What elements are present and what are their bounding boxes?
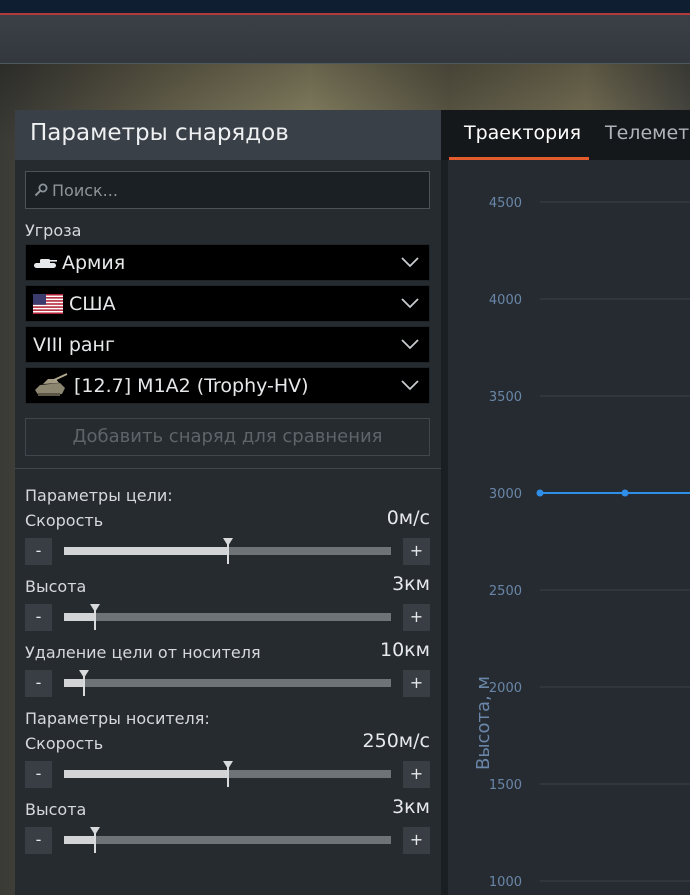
y-axis-label: Высота, м xyxy=(473,675,494,770)
y-tick-label: 4000 xyxy=(489,293,522,308)
target-altitude-plus-button[interactable]: + xyxy=(403,604,430,631)
chevron-down-icon xyxy=(401,257,419,268)
rank-value: VIII ранг xyxy=(33,334,115,356)
carrier-speed-label: Скорость xyxy=(25,734,104,753)
carrier-speed-slider[interactable] xyxy=(64,761,391,787)
slider-fill xyxy=(64,547,228,555)
ground-vehicle-icon xyxy=(34,259,57,268)
target-speed-minus-button[interactable]: - xyxy=(25,538,52,565)
vehicle-value: [12.7] M1A2 (Trophy-HV) xyxy=(74,375,309,397)
search-input[interactable] xyxy=(52,172,422,208)
tab-telemetry[interactable]: Телеметр xyxy=(605,122,690,144)
target-params-heading: Параметры цели: xyxy=(25,486,173,505)
target-speed-plus-button[interactable]: + xyxy=(403,538,430,565)
target-distance-value: 10км xyxy=(380,639,430,661)
chevron-down-icon xyxy=(401,339,419,350)
usa-flag-icon xyxy=(33,294,63,314)
tank-icon xyxy=(35,373,68,396)
chart-svg: 45004000350030002500200015001000 xyxy=(489,196,690,890)
trajectory-point xyxy=(536,489,544,497)
chart-tabs: Траектория Телеметр xyxy=(441,110,690,160)
target-altitude-label: Высота xyxy=(25,577,87,596)
carrier-altitude-minus-button[interactable]: - xyxy=(25,827,52,854)
y-tick-label: 4500 xyxy=(489,196,522,211)
y-tick-label: 2500 xyxy=(489,584,522,599)
nation-value: США xyxy=(69,293,116,315)
carrier-altitude-plus-button[interactable]: + xyxy=(403,827,430,854)
target-altitude-minus-button[interactable]: - xyxy=(25,604,52,631)
target-speed-label: Скорость xyxy=(25,511,104,530)
panel-title: Параметры снарядов xyxy=(30,120,289,146)
target-speed-slider[interactable] xyxy=(64,538,391,564)
category-value: Армия xyxy=(62,252,126,274)
slider-thumb[interactable] xyxy=(78,670,89,696)
target-distance-slider[interactable] xyxy=(64,670,391,696)
slider-thumb[interactable] xyxy=(222,538,233,564)
rank-select[interactable]: VIII ранг xyxy=(25,326,430,363)
search-box[interactable] xyxy=(25,171,430,209)
trajectory-point xyxy=(621,489,629,497)
target-distance-plus-button[interactable]: + xyxy=(403,670,430,697)
threat-label: Угроза xyxy=(25,221,82,240)
target-distance-minus-button[interactable]: - xyxy=(25,670,52,697)
menu-bar xyxy=(0,15,690,64)
search-icon xyxy=(34,183,48,197)
category-select[interactable]: Армия xyxy=(25,244,430,281)
divider xyxy=(15,468,441,469)
target-altitude-slider[interactable] xyxy=(64,604,391,630)
target-altitude-value: 3км xyxy=(392,573,430,595)
carrier-speed-plus-button[interactable]: + xyxy=(403,761,430,788)
vehicle-select[interactable]: [12.7] M1A2 (Trophy-HV) xyxy=(25,367,430,404)
carrier-speed-minus-button[interactable]: - xyxy=(25,761,52,788)
top-header-bar xyxy=(0,0,690,15)
carrier-altitude-label: Высота xyxy=(25,800,87,819)
slider-fill xyxy=(64,770,228,778)
chevron-down-icon xyxy=(401,298,419,309)
shell-params-panel: Параметры снарядов Угроза Армия США xyxy=(15,110,441,895)
slider-thumb[interactable] xyxy=(90,827,101,853)
carrier-params-heading: Параметры носителя: xyxy=(25,709,210,728)
nation-select[interactable]: США xyxy=(25,285,430,322)
target-speed-value: 0м/с xyxy=(386,507,430,529)
panel-header: Параметры снарядов xyxy=(15,110,441,160)
add-shell-compare-button[interactable]: Добавить снаряд для сравнения xyxy=(25,418,430,456)
y-tick-label: 3500 xyxy=(489,390,522,405)
carrier-altitude-value: 3км xyxy=(392,796,430,818)
y-tick-label: 1500 xyxy=(489,778,522,793)
trajectory-chart: 4500 4000 3500 3000 2500 2000 1500 1000 Высота,… xyxy=(448,160,690,895)
chevron-down-icon xyxy=(401,380,419,391)
y-tick-label: 3000 xyxy=(489,487,522,502)
target-distance-label: Удаление цели от носителя xyxy=(25,643,261,662)
tab-trajectory[interactable]: Траектория xyxy=(464,122,581,144)
slider-thumb[interactable] xyxy=(90,604,101,630)
chart-panel: Траектория Телеметр 4500 4000 3500 3000 2500… xyxy=(441,110,690,895)
y-tick-label: 1000 xyxy=(489,875,522,890)
carrier-speed-value: 250м/с xyxy=(362,730,430,752)
carrier-altitude-slider[interactable] xyxy=(64,827,391,853)
slider-thumb[interactable] xyxy=(222,761,233,787)
